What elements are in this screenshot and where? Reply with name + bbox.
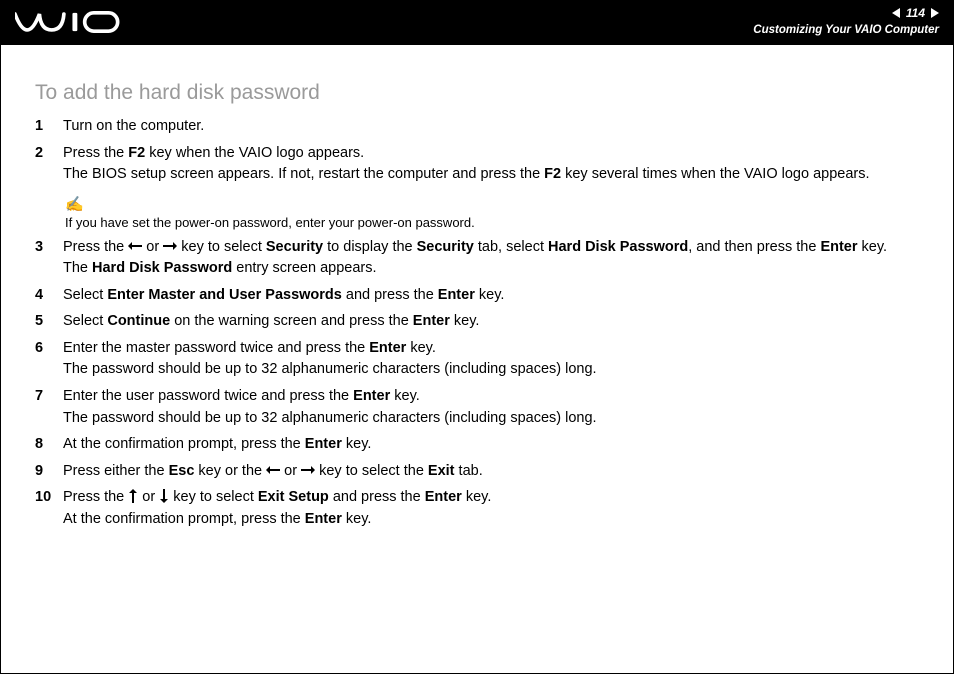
header-right: 114 Customizing Your VAIO Computer [753,5,939,38]
page-nav: 114 [753,5,939,22]
page-number: 114 [906,5,925,22]
step-number: 1 [35,117,63,137]
step-3: 3 Press the or key to select Security to… [35,238,923,281]
step-number: 8 [35,435,63,455]
step-text: Press the or key to select Security to d… [63,238,923,258]
step-9: 9 Press either the Esc key or the or key… [35,462,923,484]
note-icon: ✍ [65,197,923,212]
step-text: The password should be up to 32 alphanum… [63,360,923,380]
step-text: Press the F2 key when the VAIO logo appe… [63,144,923,164]
arrow-right-icon [163,241,177,251]
step-number: 5 [35,312,63,332]
step-4: 4 Select Enter Master and User Passwords… [35,286,923,308]
arrow-right-icon [301,465,315,475]
step-text: The password should be up to 32 alphanum… [63,409,923,429]
step-number: 3 [35,238,63,258]
step-text: Press either the Esc key or the or key t… [63,462,923,482]
arrow-up-icon [128,489,138,503]
step-number: 2 [35,144,63,164]
vaio-logo [15,7,125,37]
prev-page-icon[interactable] [892,8,900,18]
step-6: 6 Enter the master password twice and pr… [35,339,923,382]
page-title: To add the hard disk password [35,79,923,107]
step-text: The BIOS setup screen appears. If not, r… [63,165,923,185]
step-text: The Hard Disk Password entry screen appe… [63,259,923,279]
content: To add the hard disk password 1 Turn on … [1,45,953,531]
step-text: Enter the master password twice and pres… [63,339,923,359]
step-text: At the confirmation prompt, press the En… [63,435,923,455]
header-bar: 114 Customizing Your VAIO Computer [1,1,953,45]
arrow-left-icon [266,465,280,475]
arrow-left-icon [128,241,142,251]
step-number: 6 [35,339,63,359]
note: ✍ If you have set the power-on password,… [65,197,923,232]
step-number: 4 [35,286,63,306]
steps-list: 1 Turn on the computer. 2 Press the F2 k… [35,117,923,187]
step-number: 7 [35,387,63,407]
step-text: Select Continue on the warning screen an… [63,312,923,332]
section-title: Customizing Your VAIO Computer [753,22,939,38]
arrow-down-icon [159,489,169,503]
step-7: 7 Enter the user password twice and pres… [35,387,923,430]
next-page-icon[interactable] [931,8,939,18]
steps-list-cont: 3 Press the or key to select Security to… [35,238,923,532]
note-text: If you have set the power-on password, e… [65,215,475,230]
step-2: 2 Press the F2 key when the VAIO logo ap… [35,144,923,187]
step-1: 1 Turn on the computer. [35,117,923,139]
step-5: 5 Select Continue on the warning screen … [35,312,923,334]
step-text: Press the or key to select Exit Setup an… [63,488,923,508]
step-number: 9 [35,462,63,482]
step-text: Enter the user password twice and press … [63,387,923,407]
step-number: 10 [35,488,63,508]
step-text: Select Enter Master and User Passwords a… [63,286,923,306]
step-text: Turn on the computer. [63,117,923,137]
step-10: 10 Press the or key to select Exit Setup… [35,488,923,531]
step-text: At the confirmation prompt, press the En… [63,510,923,530]
step-8: 8 At the confirmation prompt, press the … [35,435,923,457]
page: 114 Customizing Your VAIO Computer To ad… [0,0,954,674]
